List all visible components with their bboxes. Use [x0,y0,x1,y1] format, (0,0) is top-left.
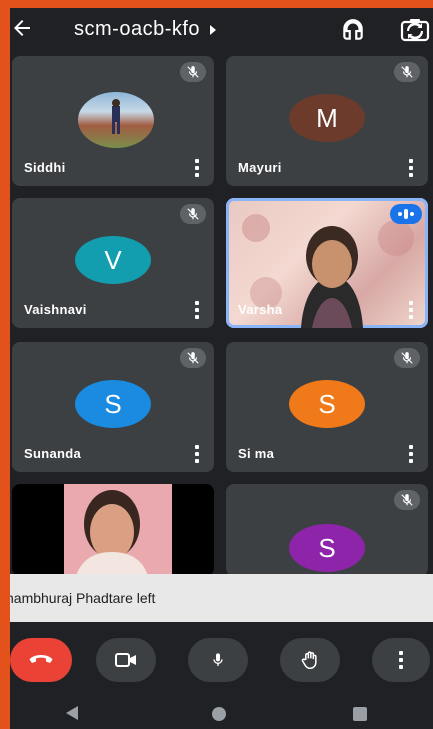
participant-name: Siddhi [24,160,66,175]
call-controls [10,632,433,688]
more-vertical-icon[interactable] [408,445,414,463]
person-photo-icon [112,99,120,134]
more-vertical-icon[interactable] [408,301,414,319]
participant-name: Vaishnavi [24,302,87,317]
more-vertical-icon [399,651,403,669]
participant-tile-siddhi[interactable]: Siddhi [12,56,214,186]
mic-off-icon [187,66,199,78]
avatar: M [289,94,365,142]
avatar: S [75,380,151,428]
meet-screen: scm-oacb-kfo Siddhi M Mayuri V Vaishnavi… [10,8,433,729]
participant-tile-varsha[interactable]: Varsha [226,198,428,328]
flip-camera-icon[interactable] [400,17,430,43]
participant-name: Si ma [238,446,275,461]
participant-tile-mayuri[interactable]: M Mayuri [226,56,428,186]
participant-name: Sunanda [24,446,81,461]
video-feed [64,484,172,576]
mic-button[interactable] [188,638,248,682]
nav-home-icon[interactable] [212,707,226,721]
mic-off-icon [401,66,413,78]
mic-off-badge [180,62,206,82]
arrow-left-icon[interactable] [10,16,34,40]
participant-tile-video[interactable] [12,484,214,576]
avatar: S [289,524,365,572]
system-nav-bar [10,698,433,729]
mic-icon [213,653,223,666]
videocam-icon [115,653,136,667]
more-vertical-icon[interactable] [194,445,200,463]
avatar: V [75,236,151,284]
participant-tile-sima[interactable]: S Si ma [226,342,428,472]
hand-icon [301,651,317,670]
more-vertical-icon[interactable] [408,159,414,177]
mic-off-badge [394,62,420,82]
participant-name: Varsha [238,302,283,317]
raise-hand-button[interactable] [280,638,340,682]
mic-off-badge [394,348,420,368]
mic-off-badge [180,204,206,224]
caret-right-icon [210,24,217,35]
mic-off-badge [180,348,206,368]
headset-icon[interactable] [340,17,366,43]
notification-text: hambhuraj Phadtare left [10,590,156,606]
nav-back-icon[interactable] [66,706,78,720]
mic-off-icon [187,352,199,364]
avatar: S [289,380,365,428]
participant-name: Mayuri [238,160,282,175]
more-options-button[interactable] [372,638,430,682]
mic-off-badge [394,490,420,510]
participant-tile-vaishnavi[interactable]: V Vaishnavi [12,198,214,328]
participant-tile-sunanda[interactable]: S Sunanda [12,342,214,472]
end-call-icon [29,655,53,663]
more-vertical-icon[interactable] [194,159,200,177]
participant-tile-s[interactable]: S [226,484,428,576]
nav-recents-icon[interactable] [353,707,367,721]
meeting-info-button[interactable]: scm-oacb-kfo [74,18,218,41]
end-call-button[interactable] [10,638,72,682]
mic-off-icon [401,352,413,364]
mic-off-icon [187,208,199,220]
notification-toast: hambhuraj Phadtare left [10,574,433,622]
avatar-photo [78,92,154,148]
more-vertical-icon[interactable] [194,301,200,319]
mic-off-icon [401,494,413,506]
speaking-indicator [390,204,422,224]
camera-button[interactable] [96,638,156,682]
meeting-code: scm-oacb-kfo [74,18,201,40]
top-bar: scm-oacb-kfo [10,8,433,52]
